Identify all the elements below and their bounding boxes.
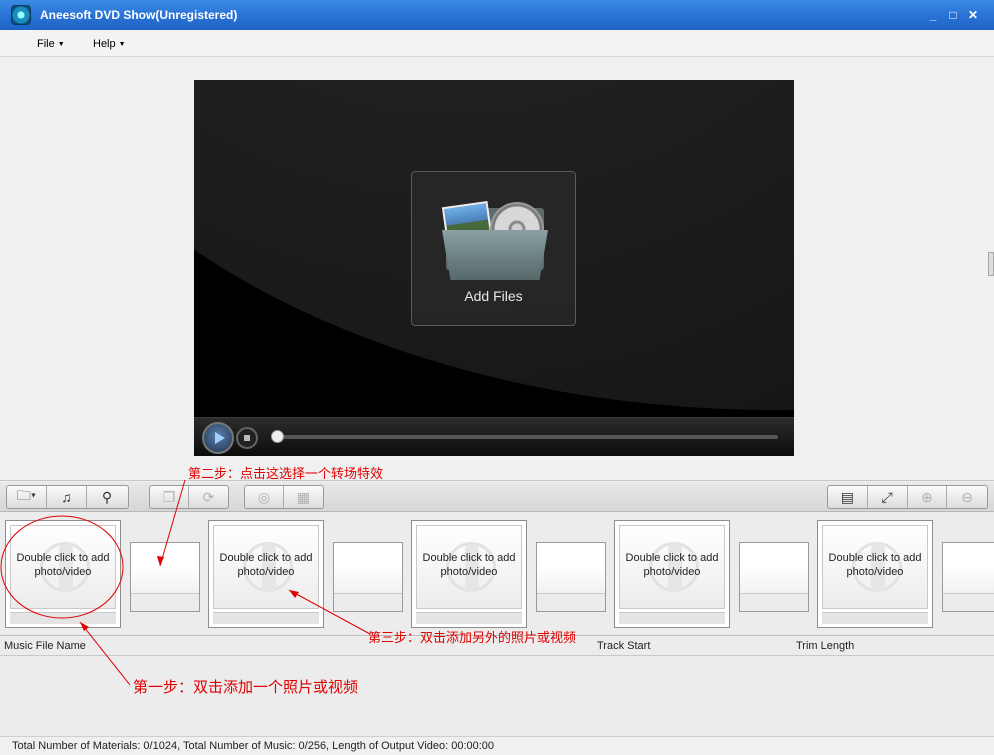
storyboard: Double click to add photo/video Double c… xyxy=(0,512,994,636)
transition-slot[interactable] xyxy=(942,542,994,612)
toolbar-group-media: ◎ ▦ xyxy=(244,485,324,509)
player-controls xyxy=(194,417,794,456)
slot-duration-bar xyxy=(416,612,522,624)
transition-slot[interactable] xyxy=(739,542,809,612)
transition-bar xyxy=(537,593,605,611)
copy-icon[interactable]: ❐ xyxy=(150,486,190,508)
menu-file-label: File xyxy=(37,38,55,50)
column-track-start[interactable]: Track Start xyxy=(597,640,650,652)
transition-slot[interactable] xyxy=(536,542,606,612)
media-slot[interactable]: Double click to add photo/video xyxy=(411,520,527,628)
video-player: Add Files xyxy=(194,80,794,456)
annotation-step1: 第一步：双击添加一个照片或视频 xyxy=(133,678,359,696)
menu-file[interactable]: File ▼ xyxy=(37,38,65,50)
media-slot[interactable]: Double click to add photo/video xyxy=(614,520,730,628)
chevron-down-icon: ▼ xyxy=(57,41,65,48)
wrench-icon[interactable]: ⚲ xyxy=(87,486,127,508)
transition-slot[interactable] xyxy=(333,542,403,612)
add-files-label: Add Files xyxy=(464,288,523,304)
column-trim-length[interactable]: Trim Length xyxy=(796,640,854,652)
folder-front-icon xyxy=(442,230,548,280)
slot-hint: Double click to add photo/video xyxy=(422,552,516,578)
add-folder-icon[interactable]: 🗀▾ xyxy=(7,486,47,508)
fullscreen-icon[interactable]: ⤢ xyxy=(868,486,908,508)
slot-hint: Double click to add photo/video xyxy=(828,552,922,578)
seek-handle[interactable] xyxy=(271,430,284,443)
storyboard-toolbar: 🗀▾ ♫ ⚲ ❐ ⟳ ◎ ▦ ▤ ⤢ ⊕ ⊖ xyxy=(0,482,994,512)
slot-hint: Double click to add photo/video xyxy=(625,552,719,578)
rotate-icon[interactable]: ⟳ xyxy=(189,486,228,508)
minimize-button[interactable]: _ xyxy=(924,6,942,24)
app-logo-icon xyxy=(11,5,31,25)
zoom-out-icon[interactable]: ⊖ xyxy=(947,486,987,508)
status-text: Total Number of Materials: 0/1024, Total… xyxy=(12,740,495,752)
annotation-step2: 第二步：点击这选择一个转场特效 xyxy=(188,467,384,482)
close-button[interactable]: ✕ xyxy=(964,6,982,24)
chevron-down-icon: ▼ xyxy=(118,41,126,48)
transition-bar xyxy=(334,593,402,611)
media-slot[interactable]: Double click to add photo/video xyxy=(5,520,121,628)
menu-help[interactable]: Help ▼ xyxy=(93,38,126,50)
transition-bar xyxy=(131,593,199,611)
window-title: Aneesoft DVD Show(Unregistered) xyxy=(40,8,238,22)
play-button[interactable] xyxy=(202,422,234,454)
toolbar-group-arrange: ❐ ⟳ xyxy=(149,485,229,509)
disc-icon[interactable]: ◎ xyxy=(245,486,285,508)
slot-duration-bar xyxy=(619,612,725,624)
toolbar-group-view: ▤ ⤢ ⊕ ⊖ xyxy=(827,485,988,509)
menu-bar: File ▼ Help ▼ xyxy=(0,30,994,57)
voice-icon[interactable]: ▤ xyxy=(828,486,868,508)
film-strip-icon[interactable]: ▦ xyxy=(284,486,323,508)
seek-bar[interactable] xyxy=(274,435,778,439)
stop-button[interactable] xyxy=(236,427,258,449)
toolbar-group-edit: 🗀▾ ♫ ⚲ xyxy=(6,485,129,509)
transition-bar xyxy=(943,593,994,611)
zoom-in-icon[interactable]: ⊕ xyxy=(908,486,948,508)
slot-duration-bar xyxy=(213,612,319,624)
transition-bar xyxy=(740,593,808,611)
slot-duration-bar xyxy=(822,612,928,624)
media-slot[interactable]: Double click to add photo/video xyxy=(817,520,933,628)
transition-slot[interactable] xyxy=(130,542,200,612)
music-note-icon[interactable]: ♫ xyxy=(47,486,87,508)
column-music-file-name[interactable]: Music File Name xyxy=(4,640,86,652)
slot-duration-bar xyxy=(10,612,116,624)
side-panel-handle[interactable] xyxy=(988,252,994,276)
status-bar: Total Number of Materials: 0/1024, Total… xyxy=(0,736,994,755)
media-slot[interactable]: Double click to add photo/video xyxy=(208,520,324,628)
maximize-button[interactable]: □ xyxy=(944,6,962,24)
title-bar: Aneesoft DVD Show(Unregistered) _ □ ✕ xyxy=(0,0,994,30)
preview-area: Add Files xyxy=(0,57,994,481)
menu-help-label: Help xyxy=(93,38,116,50)
slot-hint: Double click to add photo/video xyxy=(16,552,110,578)
add-files-button[interactable]: Add Files xyxy=(411,171,576,326)
annotation-step3: 第三步：双击添加另外的照片或视频 xyxy=(368,631,577,646)
slot-hint: Double click to add photo/video xyxy=(219,552,313,578)
